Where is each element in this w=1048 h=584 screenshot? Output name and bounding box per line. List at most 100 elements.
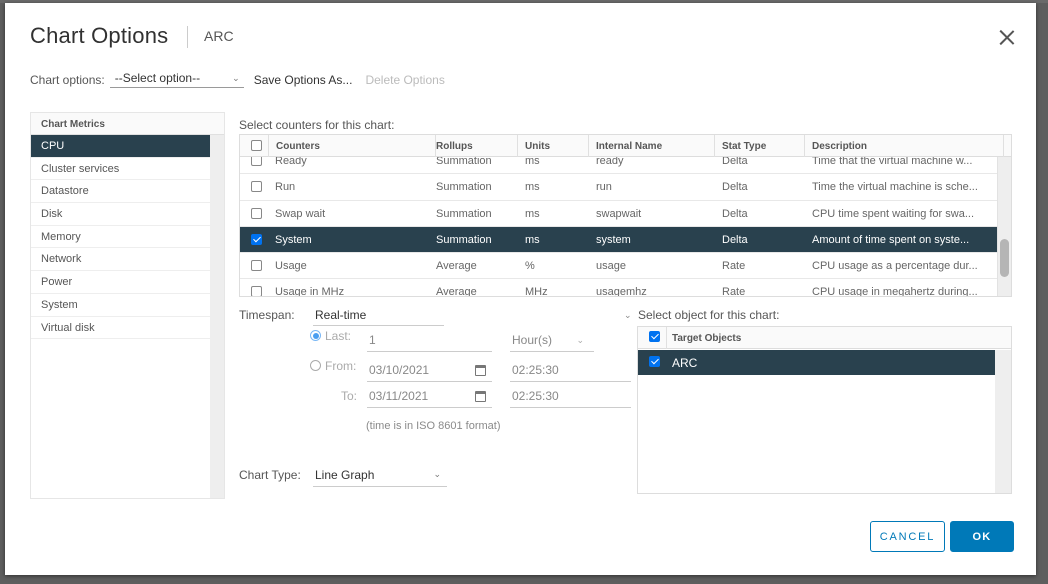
last-unit-select[interactable]: Hour(s) ⌄: [510, 333, 594, 352]
counter-checkbox[interactable]: [251, 286, 262, 296]
counter-cell-internal-name: swapwait: [596, 207, 642, 220]
column-header-units[interactable]: Units: [518, 135, 589, 157]
timespan-label: Timespan:: [239, 308, 295, 322]
from-date-input[interactable]: 03/10/2021: [367, 363, 492, 382]
counter-cell-stat-type: Rate: [722, 286, 746, 297]
counter-cell-description: CPU time spent waiting for swa...: [812, 207, 975, 220]
counter-cell-units: ms: [525, 181, 540, 194]
counter-checkbox[interactable]: [251, 233, 262, 245]
chart-type-label: Chart Type:: [239, 468, 301, 482]
metric-item-network[interactable]: Network: [31, 248, 211, 272]
target-object-row[interactable]: ARC: [638, 350, 995, 375]
select-object-label: Select object for this chart:: [638, 308, 780, 322]
chart-metrics-header: Chart Metrics: [31, 113, 224, 135]
counter-cell-rollups: Summation: [436, 181, 492, 194]
counter-cell-counters: Usage in MHz: [275, 286, 345, 297]
chart-metrics-list: Chart Metrics CPU Cluster services Datasto…: [30, 112, 225, 499]
counter-cell-rollups: Average: [436, 286, 477, 297]
chart-options-row: Chart options: --Select option-- ⌄ Save …: [30, 71, 445, 88]
counters-label: Select counters for this chart:: [239, 118, 395, 132]
target-objects-header: Target Objects: [638, 327, 1011, 349]
chart-type-select[interactable]: Line Graph ⌄: [313, 464, 447, 487]
ok-button[interactable]: OK: [950, 521, 1014, 552]
counter-checkbox[interactable]: [251, 181, 262, 193]
metric-item-disk[interactable]: Disk: [31, 203, 211, 226]
from-label: From:: [325, 359, 357, 373]
counters-scroll-thumb[interactable]: [1000, 239, 1009, 277]
counter-checkbox[interactable]: [251, 260, 262, 272]
objects-scrollbar[interactable]: [995, 350, 1011, 493]
counter-row[interactable]: System Summation ms system Delta Amount of ti…: [240, 226, 997, 254]
counter-cell-stat-type: Delta: [722, 233, 748, 246]
timespan-select[interactable]: Real-time: [313, 304, 444, 326]
column-header-counters[interactable]: Counters: [268, 135, 436, 157]
counter-cell-units: ms: [525, 207, 540, 220]
counter-cell-counters: Run: [275, 181, 296, 194]
to-date-input[interactable]: 03/11/2021: [367, 389, 492, 408]
from-time-input[interactable]: 02:25:30: [510, 363, 631, 382]
column-header-stat-type[interactable]: Stat Type: [715, 135, 805, 157]
counter-cell-stat-type: Rate: [722, 260, 746, 273]
counter-row[interactable]: Usage in MHz Average MHz usagemhz Rate CPU us…: [240, 279, 997, 297]
title-divider: [187, 26, 188, 48]
counter-cell-internal-name: system: [596, 233, 631, 246]
metric-item-cluster-services[interactable]: Cluster services: [31, 158, 211, 181]
target-object-label: ARC: [672, 356, 698, 370]
metric-item-datastore[interactable]: Datastore: [31, 180, 211, 204]
target-objects-header-label: Target Objects: [672, 333, 742, 344]
chevron-down-icon: ⌄: [576, 335, 584, 345]
from-radio[interactable]: [310, 360, 321, 371]
counter-row[interactable]: Usage Average% usage Rate CPU usage as a per…: [240, 253, 997, 280]
chart-options-select[interactable]: --Select option-- ⌄: [109, 71, 244, 88]
chevron-down-icon: ⌄: [433, 469, 441, 479]
target-object-checkbox[interactable]: [649, 356, 660, 367]
metric-item-power[interactable]: Power: [31, 271, 211, 294]
metrics-scrollbar[interactable]: [210, 135, 224, 498]
last-radio[interactable]: [310, 330, 321, 341]
delete-options-button[interactable]: Delete Options: [365, 73, 444, 87]
column-header-description[interactable]: Description: [805, 135, 1004, 157]
close-icon[interactable]: [998, 28, 1016, 46]
counter-cell-rollups: Summation: [436, 207, 492, 220]
counters-table-header: Counters Rollups Units Internal Name Stat Ty…: [240, 135, 1011, 157]
metric-item-cpu[interactable]: CPU: [31, 135, 211, 158]
metric-item-memory[interactable]: Memory: [31, 226, 211, 249]
to-date-value: 03/11/2021: [369, 389, 429, 403]
counter-cell-rollups: Summation: [436, 233, 492, 246]
from-time-value: 02:25:30: [512, 363, 559, 377]
last-value: 1: [369, 333, 376, 347]
save-options-button[interactable]: Save Options As...: [254, 73, 353, 87]
select-all-objects-checkbox[interactable]: [649, 331, 660, 342]
counter-cell-description: CPU usage as a percentage dur...: [812, 260, 978, 273]
cancel-button[interactable]: CANCEL: [870, 521, 945, 552]
chart-options-label: Chart options:: [30, 72, 105, 87]
select-all-counters-checkbox[interactable]: [251, 140, 262, 151]
chart-options-dialog: Chart Options ARC Chart options: --Selec…: [5, 3, 1036, 575]
counter-checkbox[interactable]: [251, 207, 262, 219]
timespan-value: Real-time: [315, 308, 367, 322]
counters-table-body: Ready Summation ms ready Delta Time that the …: [240, 148, 997, 297]
column-header-internal-name[interactable]: Internal Name: [589, 135, 715, 157]
dialog-title: Chart Options: [30, 23, 169, 48]
from-date-value: 03/10/2021: [369, 363, 430, 377]
last-value-input[interactable]: 1: [367, 333, 492, 352]
chevron-down-icon[interactable]: ⌄: [624, 310, 632, 321]
last-unit-value: Hour(s): [512, 333, 553, 347]
dialog-subtitle: ARC: [204, 28, 234, 44]
column-header-rollups[interactable]: Rollups: [429, 135, 518, 157]
chart-type-value: Line Graph: [315, 468, 375, 482]
to-time-input[interactable]: 02:25:30: [510, 389, 631, 408]
counter-cell-description: Time the virtual machine is sche...: [812, 181, 978, 194]
chevron-down-icon: ⌄: [232, 73, 240, 83]
calendar-icon[interactable]: [475, 365, 486, 376]
calendar-icon[interactable]: [475, 391, 486, 402]
counters-scrollbar[interactable]: [997, 157, 1011, 296]
metrics-items: CPU Cluster services Datastore Disk Memory Ne…: [31, 135, 211, 340]
metric-item-system[interactable]: System: [31, 294, 211, 317]
metric-item-virtual-disk[interactable]: Virtual disk: [31, 317, 211, 340]
counter-row[interactable]: Swap wait Summation ms swapwait Delta CPU tim…: [240, 201, 997, 227]
counter-cell-counters: Usage: [275, 260, 307, 273]
counter-row[interactable]: Run Summation ms run Delta Time the virtual m…: [240, 174, 997, 201]
counter-cell-stat-type: Delta: [722, 207, 748, 220]
counters-table: Ready Summation ms ready Delta Time that the …: [239, 134, 1012, 297]
